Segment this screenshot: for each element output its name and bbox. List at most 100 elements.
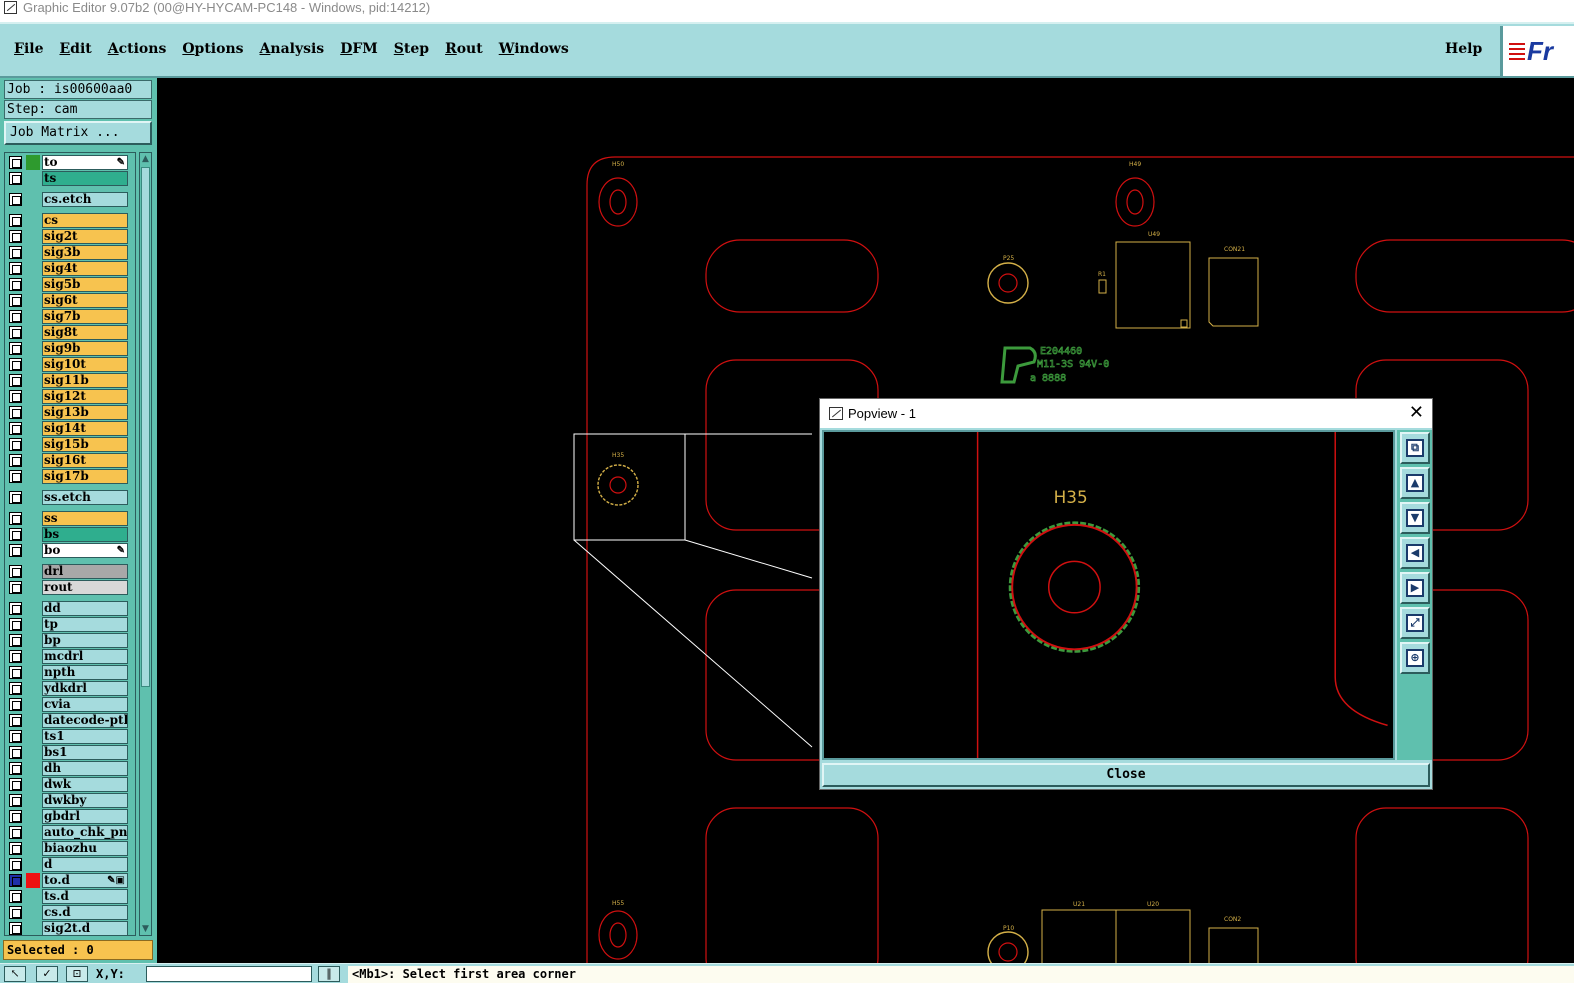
select-mode-icon[interactable]: ↖ — [4, 966, 26, 982]
layer-checkbox[interactable] — [9, 714, 22, 727]
layer-checkbox[interactable] — [9, 746, 22, 759]
layer-color-swatch[interactable] — [26, 841, 40, 856]
layer-row[interactable]: sig16t — [6, 453, 130, 468]
layer-row[interactable]: bs1 — [6, 745, 130, 760]
layer-name[interactable]: sig14t — [42, 421, 128, 436]
layer-name[interactable]: rout — [42, 580, 128, 595]
layer-color-swatch[interactable] — [26, 155, 40, 170]
layer-row[interactable]: ts1 — [6, 729, 130, 744]
layer-color-swatch[interactable] — [26, 469, 40, 484]
layer-name[interactable]: sig5b — [42, 277, 128, 292]
layer-color-swatch[interactable] — [26, 825, 40, 840]
layer-color-swatch[interactable] — [26, 373, 40, 388]
layer-row[interactable]: ts — [6, 171, 130, 186]
layer-name[interactable]: ss.etch — [42, 490, 128, 505]
layer-name[interactable]: sig17b — [42, 469, 128, 484]
layer-row[interactable]: sig12t — [6, 389, 130, 404]
layer-name[interactable]: sig9b — [42, 341, 128, 356]
layer-color-swatch[interactable] — [26, 697, 40, 712]
layer-row[interactable]: auto_chk_pnl — [6, 825, 130, 840]
layer-color-swatch[interactable] — [26, 564, 40, 579]
layer-color-swatch[interactable] — [26, 293, 40, 308]
layer-checkbox[interactable] — [9, 762, 22, 775]
layer-name[interactable]: to ✎ — [42, 155, 128, 170]
layer-checkbox[interactable] — [9, 491, 22, 504]
layer-name[interactable]: sig13b — [42, 405, 128, 420]
layer-checkbox[interactable] — [9, 374, 22, 387]
layer-name[interactable]: ts1 — [42, 729, 128, 744]
layer-name[interactable]: ss — [42, 511, 128, 526]
layer-row[interactable]: to.d ✎▣ — [6, 873, 130, 888]
layer-checkbox[interactable] — [9, 438, 22, 451]
layer-row[interactable]: sig8t — [6, 325, 130, 340]
check-icon[interactable]: ✓ — [36, 966, 58, 982]
layer-row[interactable]: cvia — [6, 697, 130, 712]
layer-checkbox[interactable] — [9, 390, 22, 403]
layer-color-swatch[interactable] — [26, 921, 40, 935]
layer-color-swatch[interactable] — [26, 325, 40, 340]
layer-row[interactable]: ss.etch — [6, 490, 130, 505]
layer-row[interactable]: cs — [6, 213, 130, 228]
layer-row[interactable]: cs.etch — [6, 192, 130, 207]
layer-row[interactable]: sig9b — [6, 341, 130, 356]
menu-item[interactable]: Step — [386, 41, 437, 57]
layer-color-swatch[interactable] — [26, 777, 40, 792]
layer-name[interactable]: sig4t — [42, 261, 128, 276]
layer-row[interactable]: to ✎ — [6, 155, 130, 170]
menu-item[interactable]: Windows — [491, 41, 577, 57]
layer-color-swatch[interactable] — [26, 745, 40, 760]
layer-color-swatch[interactable] — [26, 437, 40, 452]
layer-color-swatch[interactable] — [26, 729, 40, 744]
layer-row[interactable]: tp — [6, 617, 130, 632]
layer-checkbox[interactable] — [9, 890, 22, 903]
layer-name[interactable]: ydkdrl — [42, 681, 128, 696]
layer-checkbox[interactable] — [9, 842, 22, 855]
layer-color-swatch[interactable] — [26, 490, 40, 505]
layer-checkbox[interactable] — [9, 528, 22, 541]
layer-checkbox[interactable] — [9, 618, 22, 631]
scroll-down-icon[interactable]: ▼ — [140, 923, 151, 935]
layer-checkbox[interactable] — [9, 214, 22, 227]
close-button[interactable]: Close — [822, 763, 1430, 787]
layer-name[interactable]: dwkby — [42, 793, 128, 808]
layer-row[interactable]: rout — [6, 580, 130, 595]
layer-checkbox[interactable] — [9, 730, 22, 743]
layer-name[interactable]: cs.etch — [42, 192, 128, 207]
menu-item[interactable]: File — [6, 41, 52, 57]
layer-row[interactable]: dd — [6, 601, 130, 616]
layer-name[interactable]: bo ✎ — [42, 543, 128, 558]
layer-name[interactable]: sig7b — [42, 309, 128, 324]
layer-color-swatch[interactable] — [26, 793, 40, 808]
layer-color-swatch[interactable] — [26, 171, 40, 186]
close-icon[interactable]: ✕ — [1409, 401, 1424, 425]
layer-checkbox[interactable] — [9, 470, 22, 483]
layer-name[interactable]: sig11b — [42, 373, 128, 388]
layer-color-swatch[interactable] — [26, 341, 40, 356]
layer-row[interactable]: sig11b — [6, 373, 130, 388]
layer-color-swatch[interactable] — [26, 229, 40, 244]
layer-row[interactable]: sig3b — [6, 245, 130, 260]
layer-checkbox[interactable] — [9, 906, 22, 919]
layer-row[interactable]: mcdrl — [6, 649, 130, 664]
layer-row[interactable]: dh — [6, 761, 130, 776]
layer-checkbox[interactable] — [9, 682, 22, 695]
menu-item[interactable]: Options — [174, 41, 251, 57]
layer-checkbox[interactable] — [9, 310, 22, 323]
layer-checkbox[interactable] — [9, 156, 22, 169]
layer-checkbox[interactable] — [9, 294, 22, 307]
layer-name[interactable]: dwk — [42, 777, 128, 792]
layer-name[interactable]: to.d ✎▣ — [42, 873, 128, 888]
layer-name[interactable]: tp — [42, 617, 128, 632]
layer-row[interactable]: sig4t — [6, 261, 130, 276]
layer-row[interactable]: ts.d — [6, 889, 130, 904]
layer-color-swatch[interactable] — [26, 389, 40, 404]
layer-color-swatch[interactable] — [26, 681, 40, 696]
layer-name[interactable]: sig2t.d — [42, 921, 128, 935]
menu-item[interactable]: Actions — [100, 41, 175, 57]
layer-color-swatch[interactable] — [26, 511, 40, 526]
layer-name[interactable]: sig2t — [42, 229, 128, 244]
popview-tool-button[interactable]: ⊕ — [1400, 642, 1430, 674]
popview-tool-button[interactable]: ▼ — [1400, 502, 1430, 534]
layer-color-swatch[interactable] — [26, 617, 40, 632]
layer-checkbox[interactable] — [9, 358, 22, 371]
